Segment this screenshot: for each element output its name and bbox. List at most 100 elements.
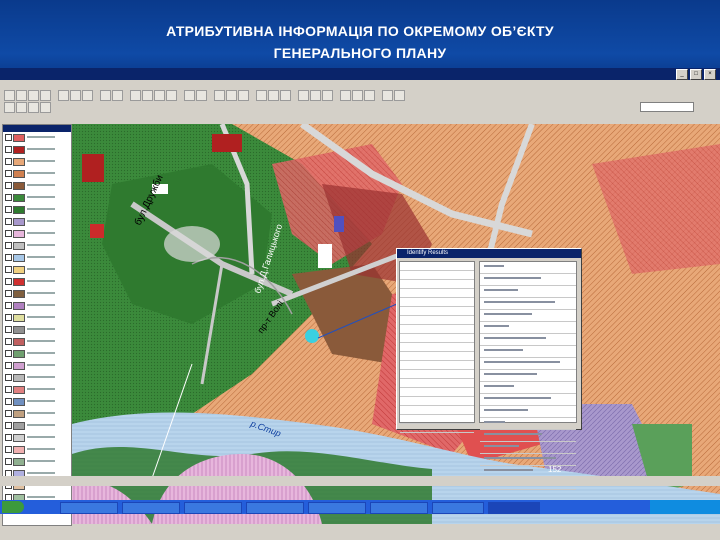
identify-layer-row[interactable]	[400, 370, 474, 379]
cut-icon[interactable]	[58, 90, 69, 101]
toc-layer-row[interactable]	[3, 168, 71, 180]
toc-layer-row[interactable]	[3, 240, 71, 252]
zoom-in-icon[interactable]	[130, 90, 141, 101]
identify-layer-row[interactable]	[400, 406, 474, 415]
layer-visibility-checkbox[interactable]	[5, 326, 12, 333]
text-tool-icon[interactable]	[280, 90, 291, 101]
toc-layer-row[interactable]	[3, 144, 71, 156]
toc-layer-row[interactable]	[3, 348, 71, 360]
toc-layer-row[interactable]	[3, 192, 71, 204]
minimize-button[interactable]: _	[676, 69, 688, 80]
toc-layer-row[interactable]	[3, 288, 71, 300]
layer-visibility-checkbox[interactable]	[5, 218, 12, 225]
identify-layer-row[interactable]	[400, 289, 474, 298]
toc-layer-row[interactable]	[3, 384, 71, 396]
layer-visibility-checkbox[interactable]	[5, 446, 12, 453]
toc-layer-row[interactable]	[3, 300, 71, 312]
pan-icon[interactable]	[154, 90, 165, 101]
layer-visibility-checkbox[interactable]	[5, 362, 12, 369]
print-icon[interactable]	[40, 90, 51, 101]
measure-icon[interactable]	[214, 90, 225, 101]
taskbar-item[interactable]	[370, 502, 428, 514]
redo-icon[interactable]	[112, 90, 123, 101]
layer-visibility-checkbox[interactable]	[5, 314, 12, 321]
layer-visibility-checkbox[interactable]	[5, 242, 12, 249]
toc-layer-row[interactable]	[3, 204, 71, 216]
toc-layer-row[interactable]	[3, 372, 71, 384]
layer-visibility-checkbox[interactable]	[5, 194, 12, 201]
layer-visibility-checkbox[interactable]	[5, 230, 12, 237]
identify-layer-row[interactable]	[400, 397, 474, 406]
toc-layer-row[interactable]	[3, 252, 71, 264]
identify-layer-row[interactable]	[400, 307, 474, 316]
undo-icon[interactable]	[100, 90, 111, 101]
identify-layer-row[interactable]	[400, 424, 474, 433]
layer-visibility-checkbox[interactable]	[5, 182, 12, 189]
toc-layer-row[interactable]	[3, 276, 71, 288]
italic-icon[interactable]	[352, 90, 363, 101]
toc-layer-row[interactable]	[3, 228, 71, 240]
toc-layer-row[interactable]	[3, 336, 71, 348]
layer-visibility-checkbox[interactable]	[5, 146, 12, 153]
hyperlink-icon[interactable]	[238, 90, 249, 101]
toc-layer-row[interactable]	[3, 312, 71, 324]
identify-layer-row[interactable]	[400, 262, 474, 271]
map-scale-field[interactable]	[640, 102, 694, 112]
save-icon[interactable]	[28, 90, 39, 101]
toc-layer-row[interactable]	[3, 396, 71, 408]
identify-layer-row[interactable]	[400, 316, 474, 325]
layer-visibility-checkbox[interactable]	[5, 410, 12, 417]
taskbar-item[interactable]	[432, 502, 484, 514]
maximize-button[interactable]: □	[690, 69, 702, 80]
select-icon[interactable]	[196, 90, 207, 101]
identify-layer-row[interactable]	[400, 361, 474, 370]
full-extent-icon[interactable]	[166, 90, 177, 101]
layer-visibility-checkbox[interactable]	[5, 338, 12, 345]
layer-visibility-checkbox[interactable]	[5, 374, 12, 381]
layer-add-icon[interactable]	[4, 102, 15, 113]
find-icon[interactable]	[226, 90, 237, 101]
line-color-icon[interactable]	[298, 90, 309, 101]
toc-layer-row[interactable]	[3, 180, 71, 192]
query-icon[interactable]	[28, 102, 39, 113]
layer-visibility-checkbox[interactable]	[5, 278, 12, 285]
identify-layer-row[interactable]	[400, 298, 474, 307]
toc-layer-row[interactable]	[3, 156, 71, 168]
copy-icon[interactable]	[70, 90, 81, 101]
layer-visibility-checkbox[interactable]	[5, 422, 12, 429]
toc-layer-row[interactable]	[3, 408, 71, 420]
layer-visibility-checkbox[interactable]	[5, 398, 12, 405]
editor-icon[interactable]	[256, 90, 267, 101]
identify-attributes-table[interactable]	[479, 261, 577, 490]
layer-visibility-checkbox[interactable]	[5, 206, 12, 213]
layer-visibility-checkbox[interactable]	[5, 458, 12, 465]
layer-visibility-checkbox[interactable]	[5, 386, 12, 393]
toc-layer-row[interactable]	[3, 360, 71, 372]
identify-layer-row[interactable]	[400, 334, 474, 343]
layer-visibility-checkbox[interactable]	[5, 134, 12, 141]
graph-icon[interactable]	[40, 102, 51, 113]
font-color-icon[interactable]	[322, 90, 333, 101]
underline-icon[interactable]	[364, 90, 375, 101]
close-button[interactable]: ×	[704, 69, 716, 80]
toc-layer-row[interactable]	[3, 132, 71, 144]
zoom-out-icon[interactable]	[142, 90, 153, 101]
layer-visibility-checkbox[interactable]	[5, 290, 12, 297]
table-icon[interactable]	[16, 102, 27, 113]
open-icon[interactable]	[16, 90, 27, 101]
taskbar-item[interactable]	[308, 502, 366, 514]
toc-layer-row[interactable]	[3, 444, 71, 456]
layer-visibility-checkbox[interactable]	[5, 170, 12, 177]
layer-visibility-checkbox[interactable]	[5, 434, 12, 441]
toc-layer-row[interactable]	[3, 456, 71, 468]
layer-visibility-checkbox[interactable]	[5, 254, 12, 261]
toc-layer-row[interactable]	[3, 432, 71, 444]
toc-layer-row[interactable]	[3, 324, 71, 336]
layer-visibility-checkbox[interactable]	[5, 350, 12, 357]
layer-visibility-checkbox[interactable]	[5, 302, 12, 309]
identify-icon[interactable]	[184, 90, 195, 101]
paste-icon[interactable]	[82, 90, 93, 101]
align-icon[interactable]	[382, 90, 393, 101]
identify-layer-row[interactable]	[400, 352, 474, 361]
toc-layer-row[interactable]	[3, 420, 71, 432]
